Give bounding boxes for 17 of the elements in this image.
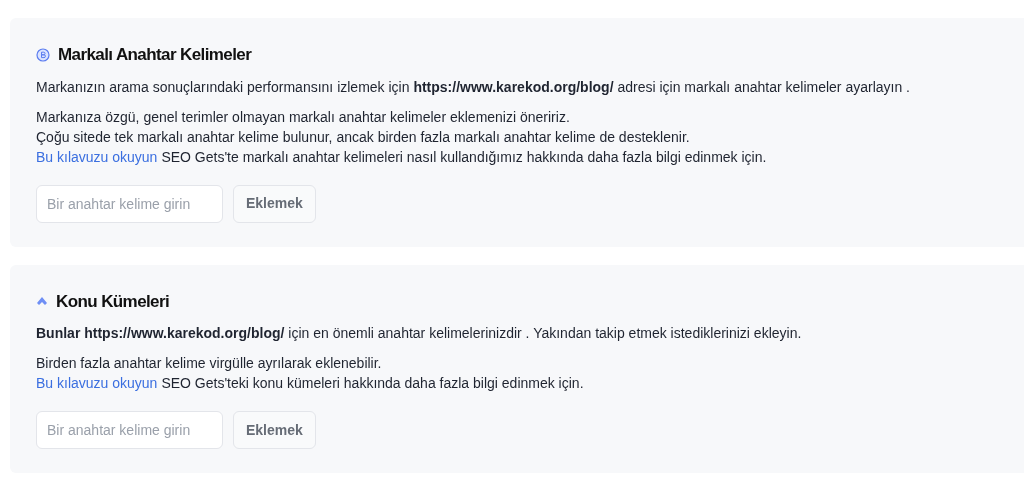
coin-icon [36,47,50,62]
guide-link[interactable]: Bu kılavuzu okuyun [36,373,158,393]
info-text: Birden fazla anahtar kelime virgülle ayrılarak eklenebilir. [36,354,383,373]
info-text: SEO Gets'teki konu kümeleri hakkında daha fazla bilgi edinmek için. [161,374,584,393]
add-button[interactable]: Eklemek [233,184,316,223]
keyword-input[interactable]: Bir anahtar kelime girin [36,184,223,223]
section-title: Konu Kümeleri [56,290,170,313]
info-text: Markanıza özgü, genel terimler olmayan markalı anahtar kelimeler eklemenizi öneririz. [36,107,571,127]
add-button[interactable]: Eklemek [233,411,316,449]
intro-text: Markanızın arama sonuçlarındaki performansını izlemek için https://www.karekod.org/blog/ adresi için markalı anahtar kelimeler ayarlayın . [36,77,911,97]
intro-text: Bunlar https://www.karekod.org/blog/ için en önemli anahtar kelimelerinizdir . Yakından takip etmek istediklerinizi ekleyin. [36,324,803,343]
info-text: SEO Gets'te markalı anahtar kelimeleri nasıl kullandığımız hakkında daha fazla bilgi edinmek için. [161,147,767,167]
info-text: Çoğu sitede tek markalı anahtar kelime bulunur, ancak birden fazla markalı anahtar kelime de desteklenir. [36,127,691,147]
section-title: Markalı Anahtar Kelimeler [58,44,252,66]
keyword-input[interactable]: Bir anahtar kelime girin [36,411,223,449]
chevron-icon [36,295,48,308]
guide-link[interactable]: Bu kılavuzu okuyun [36,146,158,167]
